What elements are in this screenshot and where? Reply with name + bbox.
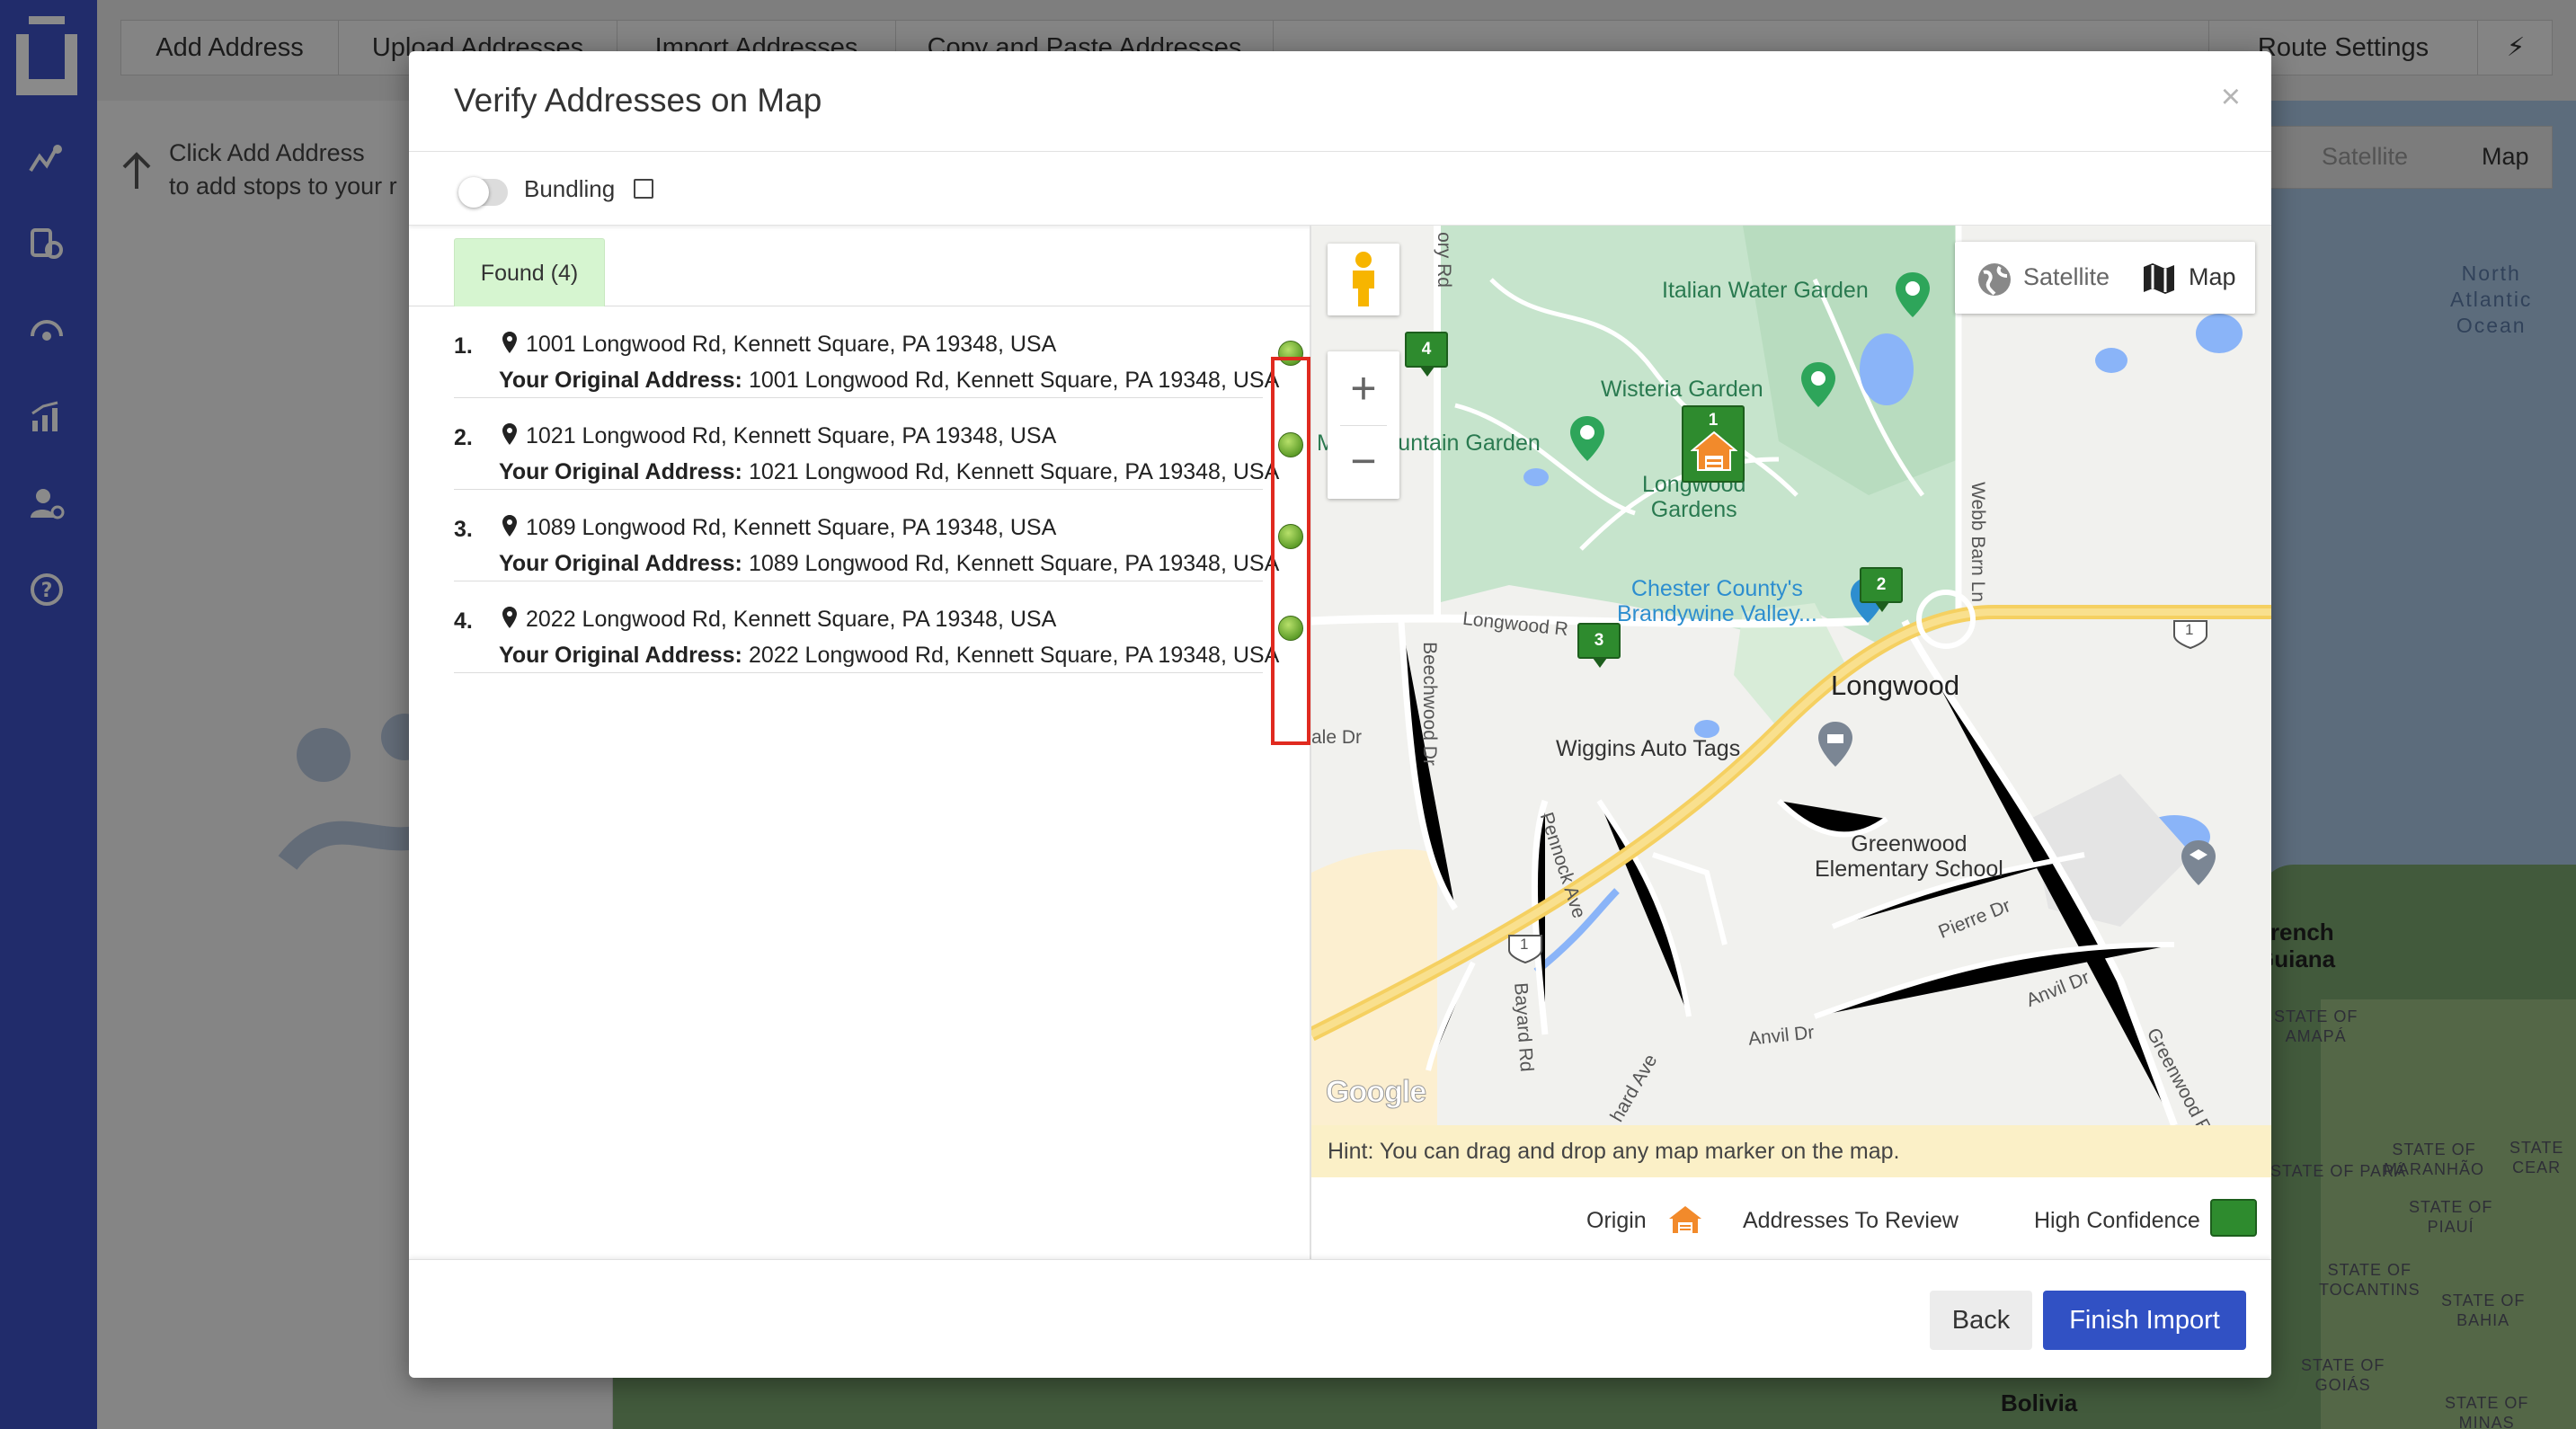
satellite-button[interactable]: Satellite (2023, 263, 2110, 291)
map-label: Wiggins Auto Tags (1556, 736, 1741, 761)
original-address-label: Your Original Address: (499, 643, 742, 668)
government-poi-icon (1818, 722, 1852, 767)
legend-review-label: Addresses To Review (1743, 1208, 1959, 1233)
verification-map[interactable]: Italian Water Garden Wisteria Garden Mai… (1311, 226, 2271, 1125)
marker-number: 1 (1708, 411, 1719, 430)
tab-found[interactable]: Found (4) (454, 238, 605, 306)
original-address: 2022 Longwood Rd, Kennett Square, PA 193… (749, 643, 1280, 668)
address-number: 2. (454, 425, 473, 450)
address-row[interactable]: 4. 2022 Longwood Rd, Kennett Square, PA … (454, 581, 1279, 673)
map-label: ale Dr (1311, 727, 1363, 748)
origin-house-icon (1669, 1206, 1701, 1233)
map-label: Greenwood Elementary School (1815, 831, 2003, 882)
finish-import-button[interactable]: Finish Import (2043, 1291, 2246, 1350)
address-row[interactable]: 2. 1021 Longwood Rd, Kennett Square, PA … (454, 398, 1279, 490)
street-view-button[interactable] (1328, 244, 1399, 315)
map-label: Longwood (1831, 670, 1960, 701)
map-pin-icon (502, 332, 517, 353)
stop-marker[interactable]: 3 (1577, 623, 1621, 668)
map-button[interactable]: Map (2189, 263, 2236, 291)
map-legend: Origin Addresses To Review High Confiden… (1311, 1177, 2271, 1259)
modal-footer: Back Finish Import (409, 1259, 2271, 1378)
pegman-icon (1353, 252, 1374, 306)
modal-title: Verify Addresses on Map (454, 82, 822, 119)
geocoded-address: 1021 Longwood Rd, Kennett Square, PA 193… (526, 423, 1057, 448)
address-row[interactable]: 1. 1001 Longwood Rd, Kennett Square, PA … (454, 306, 1279, 398)
address-list-panel: Found (4) 1. 1001 Longwood Rd, Kennett S… (409, 226, 1311, 1259)
legend-high-confidence-swatch (2210, 1199, 2257, 1237)
map-hint: Hint: You can drag and drop any map mark… (1311, 1125, 2271, 1177)
map-label: Wisteria Garden (1601, 377, 1763, 402)
map-panel: Italian Water Garden Wisteria Garden Mai… (1311, 226, 2271, 1259)
geocoded-address: 2022 Longwood Rd, Kennett Square, PA 193… (526, 607, 1057, 632)
origin-marker[interactable]: 1 (1682, 405, 1745, 483)
original-address: 1001 Longwood Rd, Kennett Square, PA 193… (749, 368, 1280, 393)
highlight-box (1271, 357, 1310, 745)
globe-icon (1978, 263, 2011, 296)
zoom-in-icon[interactable]: + (1328, 351, 1399, 425)
google-logo: Google (1325, 1075, 1426, 1110)
garden-poi-icon (1570, 416, 1604, 461)
result-tabs: Found (4) (409, 226, 1311, 306)
address-row[interactable]: 3. 1089 Longwood Rd, Kennett Square, PA … (454, 490, 1279, 581)
modal-header: Verify Addresses on Map × (409, 51, 2271, 152)
original-address-label: Your Original Address: (499, 368, 742, 393)
address-number: 1. (454, 333, 473, 359)
bundling-toggle[interactable] (458, 177, 508, 208)
toggle-knob (458, 177, 489, 208)
bundling-label: Bundling (524, 175, 616, 202)
original-address: 1021 Longwood Rd, Kennett Square, PA 193… (749, 459, 1280, 484)
map-label: ory Rd (1433, 232, 1454, 288)
zoom-out-icon[interactable]: − (1328, 425, 1399, 499)
legend-origin-label: Origin (1586, 1208, 1647, 1233)
legend-high-confidence-label: High Confidence (2034, 1208, 2200, 1233)
bundling-checkbox[interactable] (634, 179, 653, 199)
map-fold-icon (2144, 263, 2174, 294)
map-pin-icon (502, 423, 517, 445)
original-address-label: Your Original Address: (499, 459, 742, 484)
back-button[interactable]: Back (1930, 1291, 2032, 1350)
original-address-label: Your Original Address: (499, 551, 742, 576)
address-number: 4. (454, 608, 473, 634)
stop-marker[interactable]: 2 (1860, 567, 1903, 612)
zoom-control: + − (1328, 351, 1399, 499)
map-label: Beechwood Dr (1418, 642, 1440, 766)
map-label: Italian Water Garden (1662, 278, 1869, 303)
verify-addresses-modal: Verify Addresses on Map × Bundling Found… (409, 51, 2271, 1378)
bundling-bar: Bundling (409, 152, 2271, 226)
map-pin-icon (502, 515, 517, 537)
map-tiles (1311, 226, 2271, 1125)
original-address: 1089 Longwood Rd, Kennett Square, PA 193… (749, 551, 1280, 576)
garden-poi-icon (1896, 272, 1930, 317)
school-poi-icon (2181, 840, 2216, 885)
map-pin-icon (502, 607, 517, 628)
map-label: Webb Barn Ln (1967, 482, 1988, 602)
depot-house-icon (1691, 430, 1737, 471)
geocoded-address: 1001 Longwood Rd, Kennett Square, PA 193… (526, 332, 1057, 357)
route-shield-label: 1 (1520, 936, 1529, 953)
address-number: 3. (454, 517, 473, 542)
geocoded-address: 1089 Longwood Rd, Kennett Square, PA 193… (526, 515, 1057, 540)
route-shield-label: 1 (2185, 621, 2194, 638)
stop-marker[interactable]: 4 (1405, 332, 1448, 377)
map-type-control: Satellite Map (1955, 242, 2255, 314)
map-label: Chester County's Brandywine Valley... (1617, 576, 1817, 626)
garden-poi-icon (1801, 362, 1835, 407)
close-icon[interactable]: × (2221, 78, 2241, 117)
